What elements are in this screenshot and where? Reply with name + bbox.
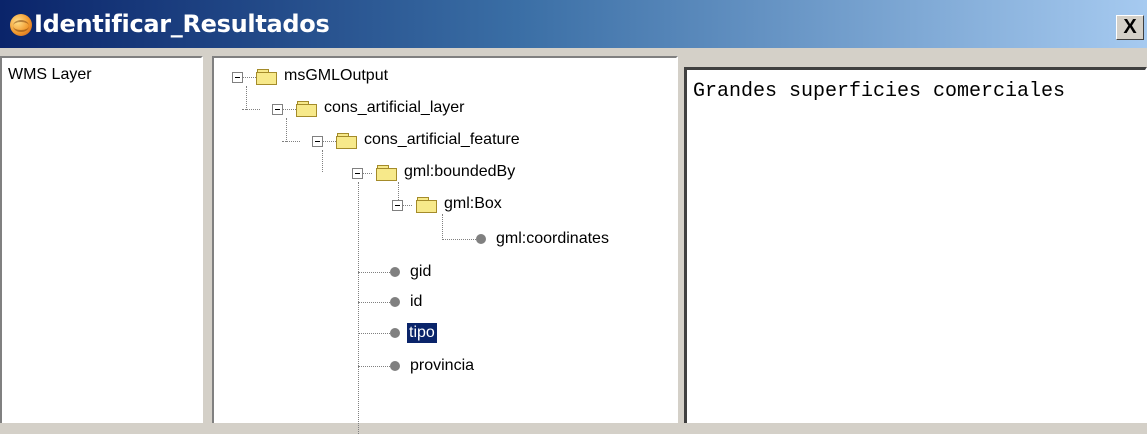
attribute-value: Grandes superficies comerciales: [693, 80, 1066, 103]
tree-node[interactable]: gml:coordinates: [494, 229, 611, 249]
collapse-toggle[interactable]: [312, 136, 323, 147]
folder-icon: [336, 133, 358, 149]
folder-icon: [416, 197, 438, 213]
leaf-bullet-icon: [390, 361, 400, 371]
folder-icon: [296, 101, 318, 117]
leaf-bullet-icon: [390, 328, 400, 338]
app-icon: [10, 14, 32, 36]
tree-node[interactable]: id: [408, 292, 424, 312]
leaf-bullet-icon: [390, 267, 400, 277]
tree-node[interactable]: cons_artificial_feature: [362, 130, 522, 150]
tree-node[interactable]: msGMLOutput: [282, 66, 390, 86]
value-display: Grandes superficies comerciales: [684, 67, 1147, 423]
collapse-toggle[interactable]: [272, 104, 283, 115]
title-bar[interactable]: Identificar_Resultados X: [0, 0, 1147, 48]
folder-icon: [256, 69, 278, 85]
leaf-bullet-icon: [476, 234, 486, 244]
close-button[interactable]: X: [1116, 15, 1144, 40]
tree-node[interactable]: cons_artificial_layer: [322, 98, 467, 118]
tree-node-selected[interactable]: tipo: [407, 323, 437, 343]
leaf-bullet-icon: [390, 297, 400, 307]
collapse-toggle[interactable]: [392, 200, 403, 211]
folder-icon: [376, 165, 398, 181]
window-title: Identificar_Resultados: [34, 10, 330, 38]
gml-tree: msGMLOutput cons_artificial_layer cons_a…: [212, 56, 678, 434]
tree-node[interactable]: gid: [408, 262, 433, 282]
tree-node[interactable]: gml:Box: [442, 194, 504, 214]
layer-item-wms[interactable]: WMS Layer: [8, 66, 92, 84]
collapse-toggle[interactable]: [232, 72, 243, 83]
tree-node[interactable]: gml:boundedBy: [402, 162, 517, 182]
layer-list: WMS Layer: [0, 56, 203, 423]
splitter-left[interactable]: [203, 48, 212, 423]
tree-node[interactable]: provincia: [408, 356, 476, 376]
collapse-toggle[interactable]: [352, 168, 363, 179]
